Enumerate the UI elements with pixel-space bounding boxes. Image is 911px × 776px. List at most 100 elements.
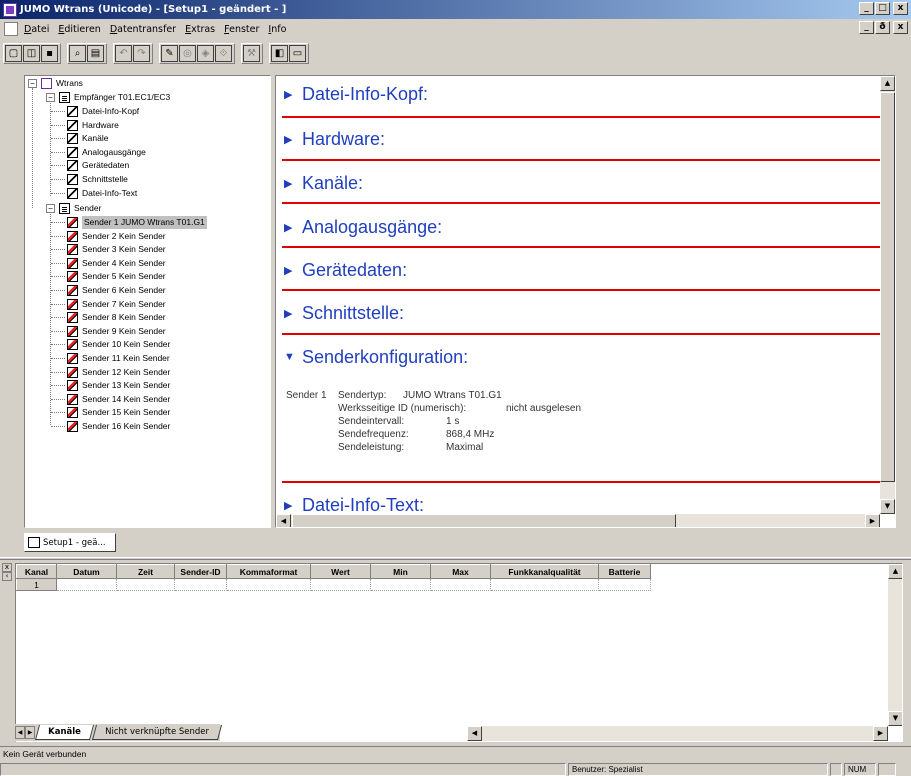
column-header[interactable]: Batterie [598,564,651,579]
tree-node-receiver-item[interactable]: Gerätedaten [67,159,129,172]
tab-prev-icon[interactable]: ◀ [15,726,25,739]
print-preview-icon[interactable]: ⌕ [69,44,86,62]
settings-icon[interactable]: ⟐ [215,44,232,62]
scroll-thumb-horizontal[interactable] [292,514,676,527]
tree-expander-sender[interactable]: − [46,204,55,213]
document-icon[interactable] [4,22,18,36]
table-cell[interactable] [310,578,371,591]
close-button[interactable]: x [893,2,908,15]
grid-pin-icon[interactable]: ‹ [2,572,12,581]
tree-node-sender-item[interactable]: Sender 8 Kein Sender [67,311,166,324]
menu-datentransfer[interactable]: Datentransfer [110,24,176,35]
tree-node-sender-item[interactable]: Sender 11 Kein Sender [67,352,170,365]
tree-view[interactable]: − Wtrans − Empfänger T01.EC1/EC3 Datei-I… [24,75,271,528]
tree-node-sender-item[interactable]: Sender 4 Kein Sender [67,257,166,270]
tree-node-sender-item[interactable]: Sender 2 Kein Sender [67,230,166,243]
tree-node-receiver-item[interactable]: Datei-Info-Kopf [67,105,139,118]
column-header[interactable]: Max [430,564,491,579]
tree-node-sender-item[interactable]: Sender 3 Kein Sender [67,243,166,256]
table-cell[interactable] [490,578,599,591]
column-header[interactable]: Kommaformat [226,564,311,579]
app-icon[interactable] [3,2,17,17]
section-header[interactable]: ▶ Kanäle: [284,170,363,196]
tree-node-sender[interactable]: Sender [59,202,101,215]
write-device-icon[interactable]: ◎ [179,44,196,62]
grid-scroll-up-icon[interactable]: ▲ [888,564,902,579]
grid-scroll-down-icon[interactable]: ▼ [888,711,902,726]
mdi-minimize-button[interactable]: _ [859,21,874,34]
tree-node-sender-item[interactable]: Sender 6 Kein Sender [67,284,166,297]
open-file-icon[interactable]: ◫ [23,44,40,62]
scroll-up-arrow-icon[interactable]: ▲ [880,76,895,91]
report-view[interactable]: ▶ Datei-Info-Kopf: ▶ Hardware: ▶ Kanäle: ▶ Anal… [275,75,896,528]
section-header[interactable]: ▶ Gerätedaten: [284,257,407,283]
column-header[interactable]: Sender-ID [174,564,227,579]
grid-close-icon[interactable]: x [2,563,12,572]
read-device-icon[interactable]: ✎ [161,44,178,62]
tree-node-sender-item[interactable]: Sender 9 Kein Sender [67,325,166,338]
mdi-close-button[interactable]: x [893,21,908,34]
tree-expander-receiver[interactable]: − [46,93,55,102]
grid-horizontal-scrollbar[interactable]: ◀ ▶ [467,726,888,741]
tab-kanaele[interactable]: Kanäle [34,725,94,740]
column-header[interactable]: Wert [310,564,371,579]
tree-node-receiver-item[interactable]: Hardware [67,119,119,132]
tree-node-receiver-item[interactable]: Schnittstelle [67,173,128,186]
section-header[interactable]: ▼ Senderkonfiguration: [284,344,468,370]
menu-fenster[interactable]: Fenster [224,24,259,35]
table-cell[interactable] [174,578,227,591]
row-number[interactable]: 1 [16,578,57,591]
save-icon[interactable]: ▪ [41,44,58,62]
menu-datei[interactable]: Datei [24,24,49,35]
scroll-left-arrow-icon[interactable]: ◀ [276,514,291,527]
data-grid[interactable]: Kanal Datum Zeit Sender-ID Kommaformat Wert Mi… [15,563,903,742]
section-header[interactable]: ▶ Schnittstelle: [284,300,404,326]
table-cell[interactable] [598,578,651,591]
tree-node-sender-item[interactable]: Sender 14 Kein Sender [67,393,170,406]
column-header[interactable]: Kanal [16,564,57,579]
redo-icon[interactable]: ↷ [133,44,150,62]
tree-node-receiver-item[interactable]: Analogausgänge [67,146,146,159]
tools-icon[interactable]: ⚒ [243,44,260,62]
column-header[interactable]: Funkkanalqualität [490,564,599,579]
tree-node-receiver-item[interactable]: Datei-Info-Text [67,187,137,200]
transfer-icon[interactable]: ◈ [197,44,214,62]
mdi-restore-button[interactable]: ð [875,21,890,34]
scroll-down-arrow-icon[interactable]: ▼ [880,499,895,514]
table-cell[interactable] [430,578,491,591]
scroll-right-arrow-icon[interactable]: ▶ [865,514,880,527]
table-cell[interactable] [370,578,431,591]
tree-node-sender-item[interactable]: Sender 13 Kein Sender [67,379,170,392]
tree-node-root[interactable]: Wtrans [41,77,83,90]
tree-node-sender-item[interactable]: Sender 5 Kein Sender [67,270,166,283]
maximize-button[interactable]: □ [875,2,890,15]
table-cell[interactable] [226,578,311,591]
section-header[interactable]: ▶ Analogausgänge: [284,214,442,240]
tree-node-sender-item[interactable]: Sender 10 Kein Sender [67,338,170,351]
tab-next-icon[interactable]: ▶ [25,726,35,739]
grid-scroll-left-icon[interactable]: ◀ [467,726,482,741]
menu-info[interactable]: Info [268,24,286,35]
undo-icon[interactable]: ↶ [115,44,132,62]
tree-node-sender-item[interactable]: Sender 7 Kein Sender [67,298,166,311]
menu-editieren[interactable]: Editieren [58,24,100,35]
tab-nicht-verknuepfte-sender[interactable]: Nicht verknüpfte Sender [91,725,222,740]
content-horizontal-scrollbar[interactable]: ◀ ▶ [276,514,880,527]
document-tab[interactable]: Setup1 - geä... [24,533,116,552]
pane-splitter[interactable] [0,557,911,560]
column-header[interactable]: Zeit [116,564,175,579]
tree-node-sender-item[interactable]: Sender 16 Kein Sender [67,420,170,433]
section-header[interactable]: ▶ Hardware: [284,126,385,152]
column-header[interactable]: Min [370,564,431,579]
tree-node-receiver-item[interactable]: Kanäle [67,132,108,145]
tree-node-sender-item[interactable]: Sender 1 JUMO Wtrans T01.G1 [67,216,207,229]
content-vertical-scrollbar[interactable]: ▲ ▼ [880,76,895,514]
section-header[interactable]: ▶ Datei-Info-Kopf: [284,81,428,107]
tree-node-sender-item[interactable]: Sender 15 Kein Sender [67,406,170,419]
table-row[interactable]: 1 [16,578,651,591]
minimize-button[interactable]: _ [859,2,874,15]
new-file-icon[interactable]: ▢ [5,44,22,62]
table-cell[interactable] [116,578,175,591]
column-header[interactable]: Datum [56,564,117,579]
tree-node-receiver[interactable]: Empfänger T01.EC1/EC3 [59,91,170,104]
